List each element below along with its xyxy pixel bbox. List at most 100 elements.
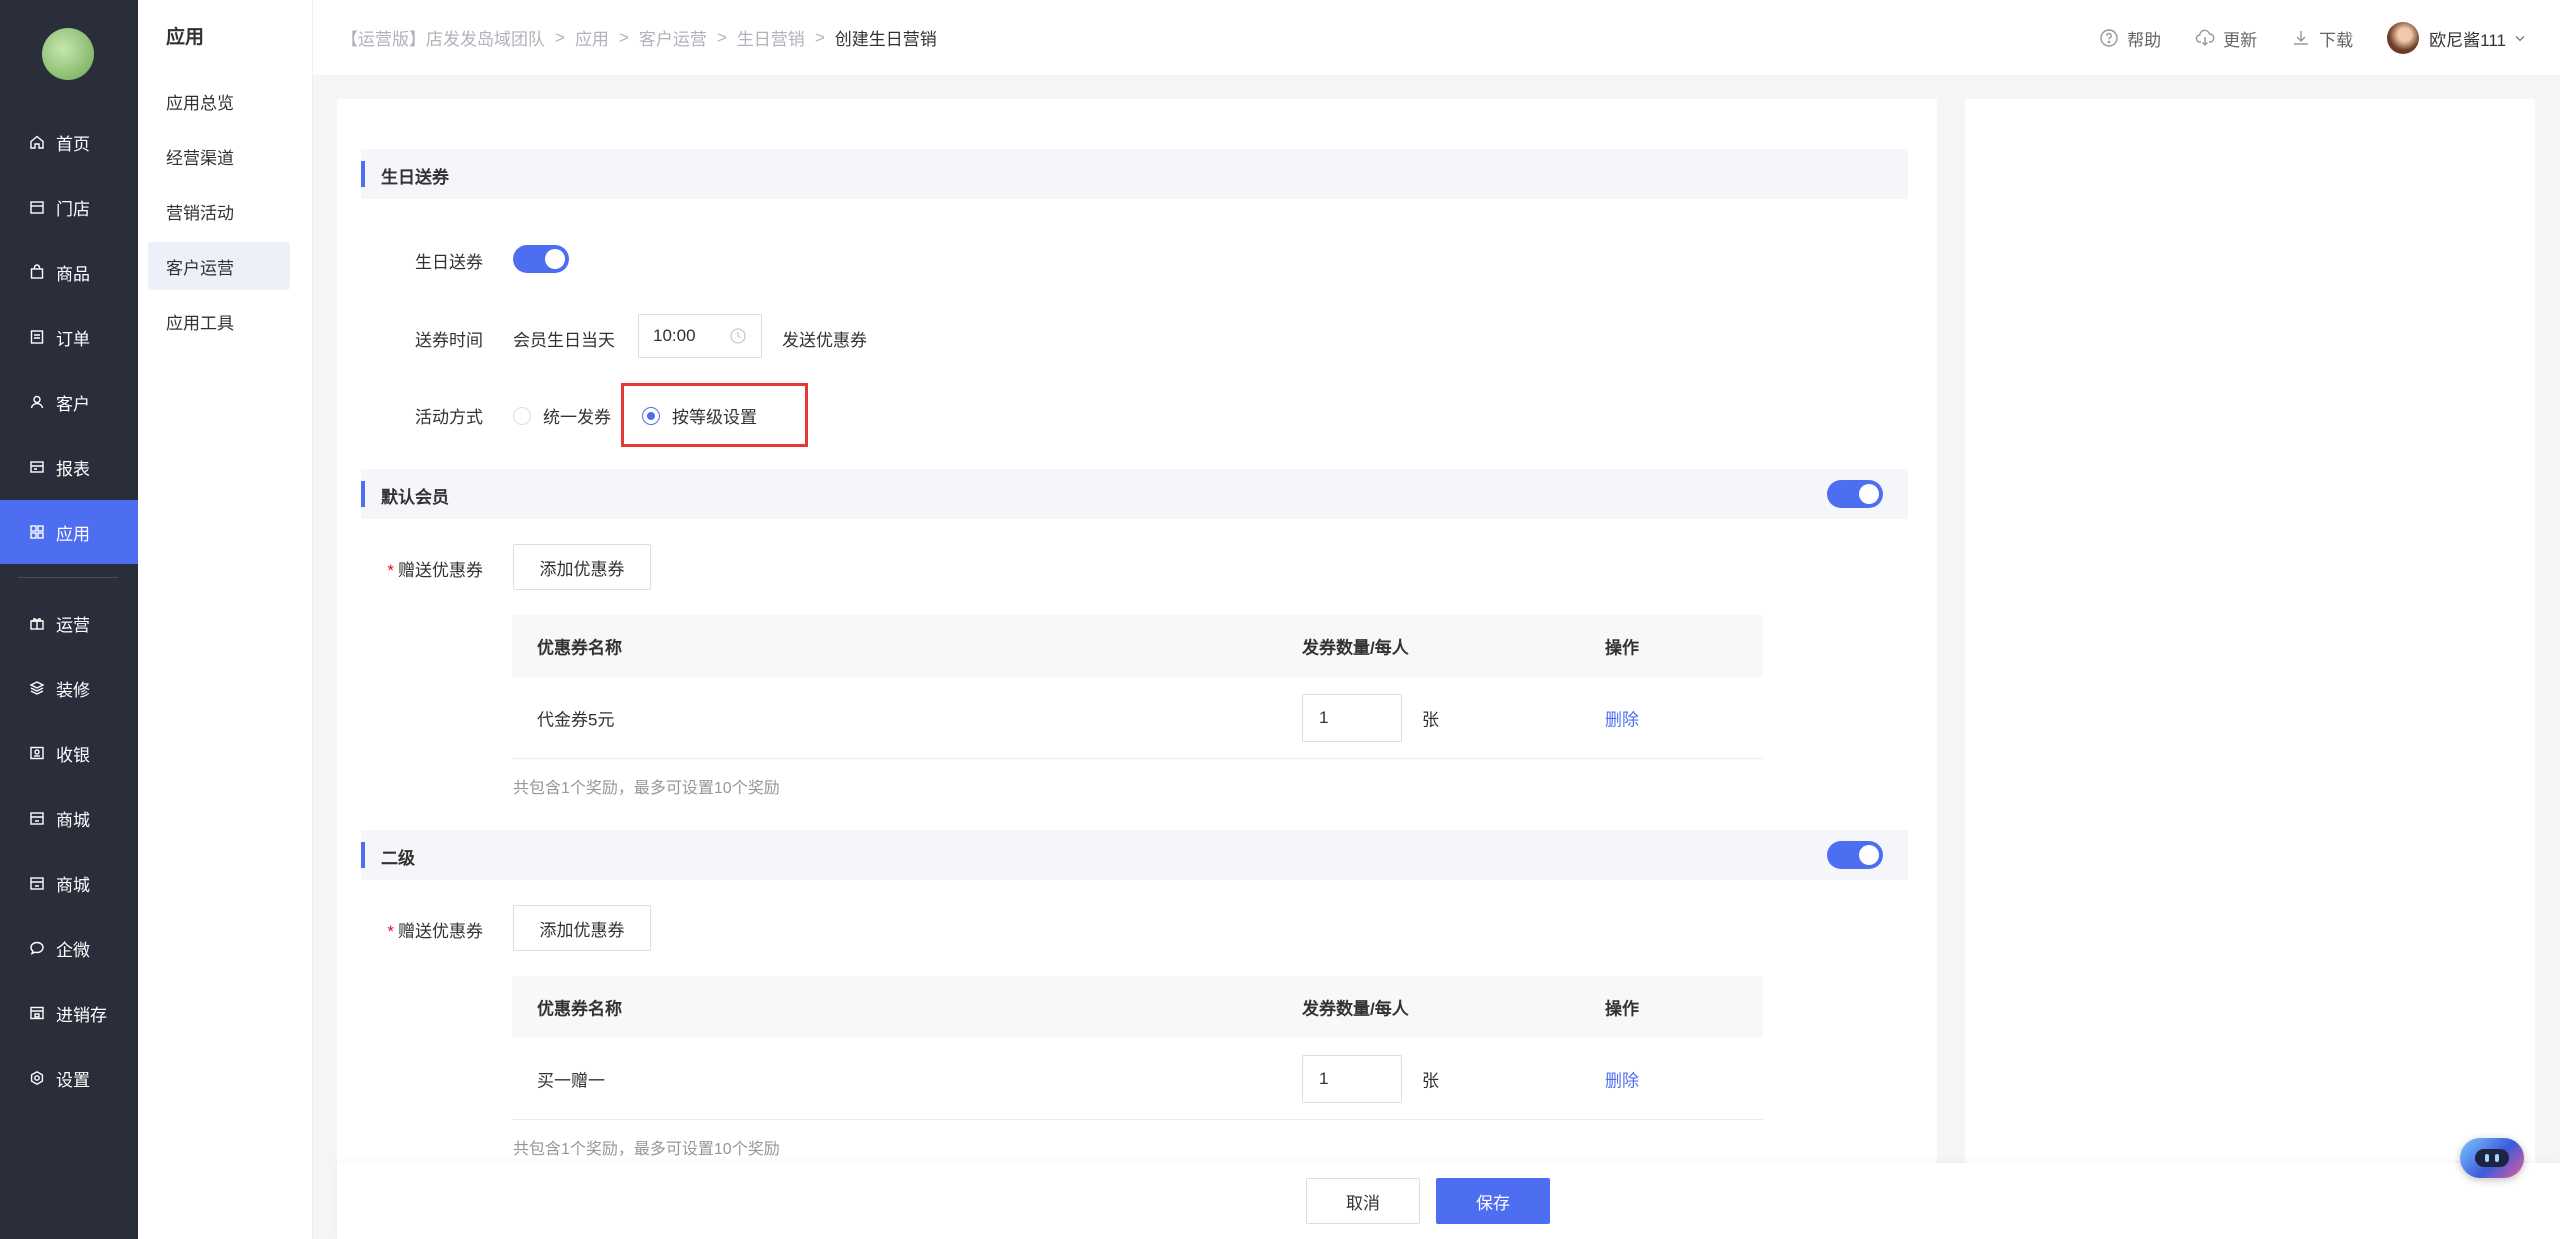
nav-item-inventory[interactable]: 进销存 [0, 981, 138, 1045]
breadcrumb: 【运营版】店发发岛域团队 > 应用 > 客户运营 > 生日营销 > 创建生日营销 [341, 25, 937, 50]
section-level-2-header: 二级 [361, 830, 1908, 880]
assistant-bot-button[interactable] [2460, 1138, 2524, 1178]
shop-icon [28, 809, 46, 827]
chat-icon [28, 939, 46, 957]
top-header: 【运营版】店发发岛域团队 > 应用 > 客户运营 > 生日营销 > 创建生日营销… [313, 0, 2560, 75]
send-time-value: 10:00 [653, 326, 696, 345]
quantity-input[interactable]: 1 [1302, 1055, 1402, 1103]
radio-indicator [642, 406, 660, 425]
add-coupon-button[interactable]: 添加优惠券 [513, 905, 651, 951]
brand-logo[interactable] [42, 28, 94, 80]
quantity-unit: 张 [1422, 1071, 1439, 1090]
nav-label: 进销存 [56, 1005, 107, 1025]
radio-label: 按等级设置 [672, 408, 757, 427]
nav-item-mall[interactable]: 商城 [0, 786, 138, 850]
nav-label: 设置 [56, 1070, 90, 1090]
gift-coupon-label: * 赠送优惠券 [363, 556, 483, 581]
table-header: 优惠券名称 发券数量/每人 操作 [512, 976, 1763, 1038]
nav-item-settings[interactable]: 设置 [0, 1046, 138, 1110]
chevron-right-icon: > [716, 27, 727, 47]
report-icon [28, 458, 46, 476]
nav-label: 商城 [56, 810, 90, 830]
store-icon [28, 198, 46, 216]
birthday-toggle[interactable] [513, 245, 569, 273]
column-header: 发券数量/每人 [1302, 638, 1409, 658]
chevron-right-icon: > [555, 27, 565, 47]
subnav-title: 应用 [166, 27, 205, 48]
breadcrumb-item[interactable]: 【运营版】店发发岛域团队 [341, 25, 545, 50]
nav-label: 报表 [56, 459, 90, 479]
quantity-input[interactable]: 1 [1302, 694, 1402, 742]
download-button[interactable]: 下载 [2291, 26, 2353, 51]
delete-link[interactable]: 删除 [1605, 1066, 1639, 1091]
delete-link[interactable]: 删除 [1605, 705, 1639, 730]
shop-icon [28, 874, 46, 892]
subnav-item-overview[interactable]: 应用总览 [148, 77, 290, 125]
apps-icon [28, 523, 46, 541]
coupon-table: 优惠券名称 发券数量/每人 操作 代金券5元 1 张 删除 [512, 615, 1763, 759]
inventory-icon [28, 1004, 46, 1022]
breadcrumb-current: 创建生日营销 [834, 30, 937, 49]
radio-label: 统一发券 [543, 408, 611, 427]
nav-label: 首页 [56, 134, 90, 154]
nav-label: 商品 [56, 264, 90, 284]
subnav-item-customer-ops[interactable]: 客户运营 [148, 242, 290, 290]
nav-label: 客户 [56, 394, 90, 414]
nav-item-operations[interactable]: 运营 [0, 591, 138, 655]
nav-item-customers[interactable]: 客户 [0, 370, 138, 434]
breadcrumb-item[interactable]: 生日营销 [737, 25, 805, 50]
nav-label: 门店 [56, 199, 90, 219]
nav-label: 企微 [56, 940, 90, 960]
sub-nav: 应用 应用总览 经营渠道 营销活动 客户运营 应用工具 [138, 0, 313, 1239]
send-time-label: 送券时间 [415, 331, 483, 350]
nav-item-orders[interactable]: 订单 [0, 305, 138, 369]
table-row: 买一赠一 1 张 删除 [512, 1038, 1763, 1120]
level-default-toggle[interactable] [1827, 480, 1883, 508]
send-time-suffix: 发送优惠券 [782, 331, 867, 350]
nav-item-goods[interactable]: 商品 [0, 240, 138, 304]
column-header: 操作 [1605, 999, 1639, 1019]
nav-item-cashier[interactable]: 收银 [0, 721, 138, 785]
breadcrumb-item[interactable]: 应用 [575, 25, 609, 50]
nav-label: 运营 [56, 615, 90, 635]
gift-coupon-label: * 赠送优惠券 [363, 917, 483, 942]
level-2-toggle[interactable] [1827, 841, 1883, 869]
nav-item-store[interactable]: 门店 [0, 175, 138, 239]
user-menu[interactable]: 欧尼酱111 [2387, 22, 2528, 54]
save-button[interactable]: 保存 [1436, 1178, 1550, 1224]
nav-item-mall-2[interactable]: 商城 [0, 851, 138, 915]
nav-item-wecom[interactable]: 企微 [0, 916, 138, 980]
quantity-unit: 张 [1422, 710, 1439, 729]
mode-radio-unified[interactable]: 统一发券 [513, 403, 611, 428]
cancel-button[interactable]: 取消 [1306, 1178, 1420, 1224]
add-coupon-button[interactable]: 添加优惠券 [513, 544, 651, 590]
download-icon [2294, 31, 2309, 45]
bag-icon [28, 263, 46, 281]
section-level-default-header: 默认会员 [361, 469, 1908, 519]
nav-item-reports[interactable]: 报表 [0, 435, 138, 499]
required-mark: * [387, 922, 394, 941]
cashier-icon [28, 744, 46, 762]
nav-divider [18, 577, 118, 578]
download-label: 下载 [2319, 30, 2354, 50]
chevron-right-icon: > [618, 27, 629, 47]
subnav-item-channels[interactable]: 经营渠道 [148, 132, 290, 180]
radio-indicator [513, 406, 531, 425]
gift-icon [28, 614, 46, 632]
section-birthday-header: 生日送券 [361, 149, 1908, 199]
column-header: 优惠券名称 [537, 638, 622, 658]
robot-eye [2495, 1154, 2499, 1162]
nav-item-home[interactable]: 首页 [0, 110, 138, 174]
breadcrumb-item[interactable]: 客户运营 [639, 25, 707, 50]
update-button[interactable]: 更新 [2195, 26, 2257, 51]
subnav-item-marketing[interactable]: 营销活动 [148, 187, 290, 235]
robot-icon [2475, 1149, 2509, 1167]
subnav-item-tools[interactable]: 应用工具 [148, 297, 290, 345]
help-button[interactable]: 帮助 [2099, 26, 2161, 51]
user-name: 欧尼酱111 [2429, 30, 2506, 50]
nav-item-decorate[interactable]: 装修 [0, 656, 138, 720]
reward-count-note: 共包含1个奖励，最多可设置10个奖励 [513, 780, 780, 797]
mode-radio-by-level[interactable]: 按等级设置 [642, 403, 757, 428]
send-time-picker[interactable]: 10:00 [638, 314, 762, 358]
nav-item-apps[interactable]: 应用 [0, 500, 138, 564]
